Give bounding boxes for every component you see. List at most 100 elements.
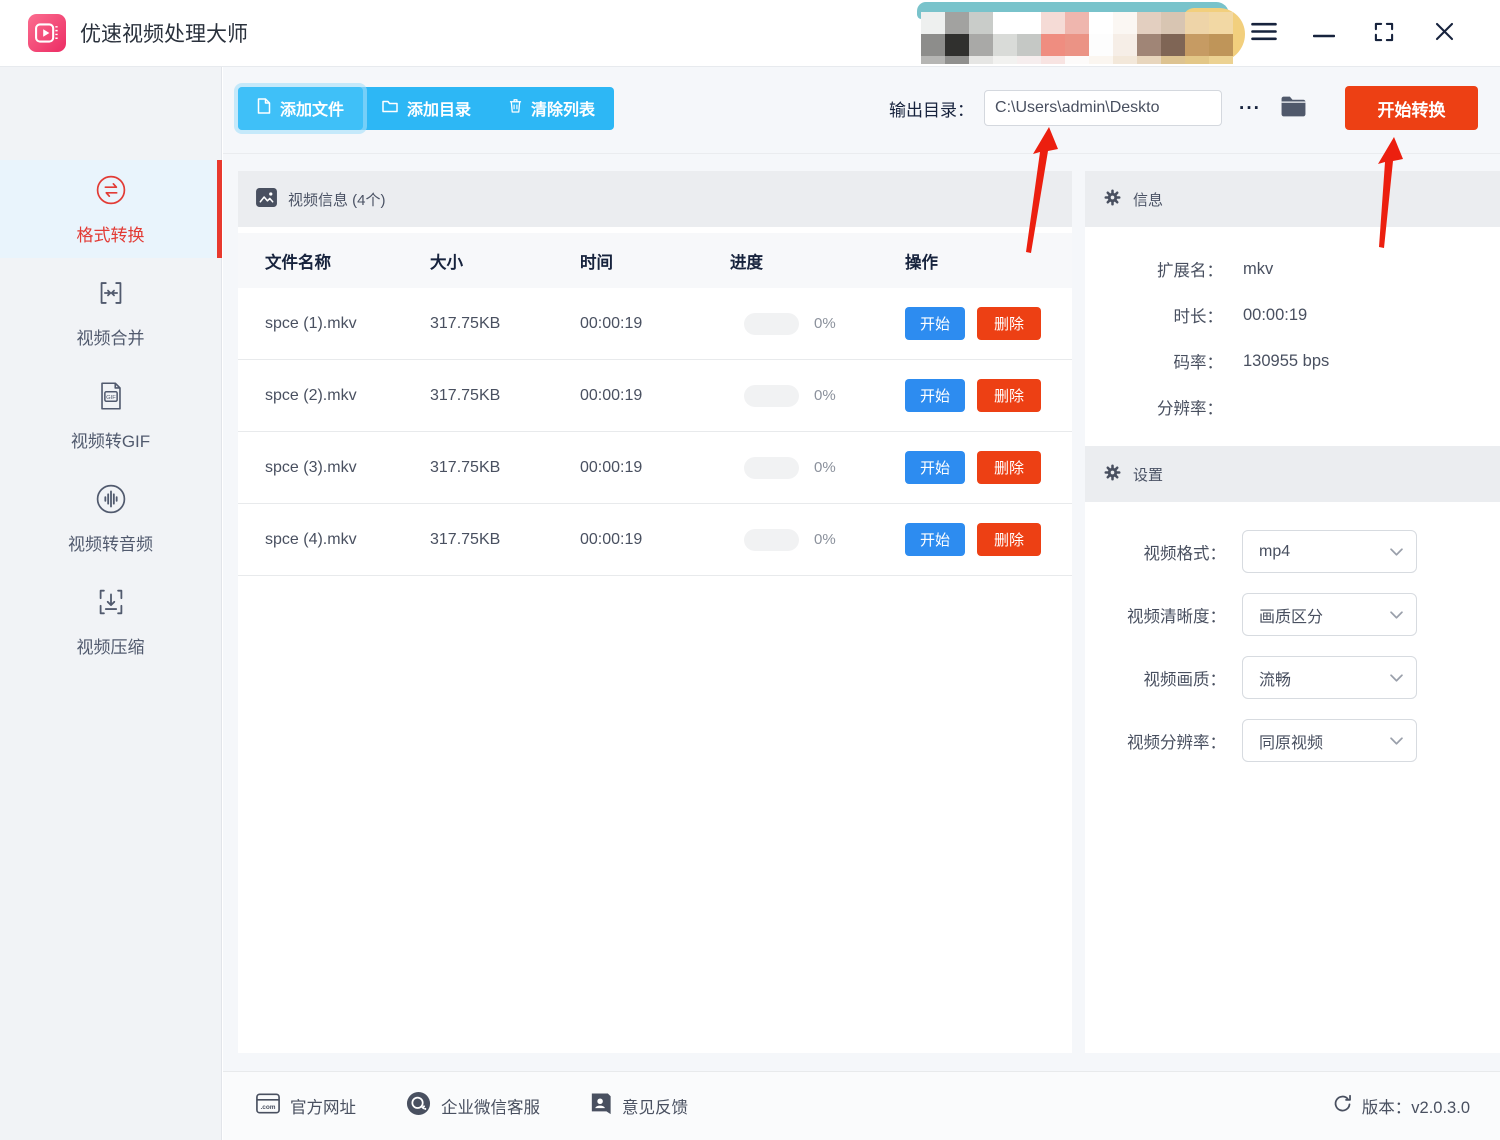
add-directory-button[interactable]: 添加目录 [363, 87, 490, 130]
info-panel-title: 信息 [1133, 189, 1163, 210]
info-fields: 扩展名：mkv 时长：00:00:19 码率：130955 bps 分辨率： [1085, 227, 1500, 446]
app-title: 优速视频处理大师 [80, 18, 248, 48]
chevron-down-icon [1390, 732, 1403, 750]
sidebar-item-video-to-audio[interactable]: 视频转音频 [0, 469, 221, 567]
video-list-panel-header: 视频信息 (4个) [238, 171, 1072, 227]
add-directory-label: 添加目录 [407, 96, 471, 120]
refresh-icon[interactable] [1332, 1093, 1353, 1119]
output-directory-input[interactable] [984, 90, 1222, 126]
info-value: 130955 bps [1243, 352, 1329, 371]
select-value: mp4 [1259, 543, 1290, 561]
redacted-region [905, 0, 1237, 64]
maximize-button[interactable] [1354, 11, 1414, 55]
wechat-support-label: 企业微信客服 [441, 1094, 540, 1118]
info-value: mkv [1243, 260, 1273, 279]
info-panel-header: 信息 [1085, 171, 1500, 227]
file-duration: 00:00:19 [580, 531, 730, 549]
settings-fields: 视频格式： mp4 视频清晰度： 画质区分 视频画质： 流畅 [1085, 502, 1500, 762]
sidebar-item-video-to-gif[interactable]: GIF 视频转GIF [0, 366, 221, 464]
setting-label: 视频分辨率： [1085, 729, 1226, 753]
row-delete-button[interactable]: 删除 [977, 451, 1041, 484]
row-start-button[interactable]: 开始 [905, 523, 965, 556]
sidebar-item-label: 视频转GIF [71, 427, 150, 452]
table-header-row: 文件名称 大小 时间 进度 操作 [238, 233, 1072, 288]
chevron-down-icon [1390, 543, 1403, 561]
open-folder-button[interactable] [1280, 95, 1307, 121]
row-delete-button[interactable]: 删除 [977, 379, 1041, 412]
wechat-support-link[interactable]: 企业微信客服 [406, 1091, 540, 1121]
toolbar-divider [223, 153, 1500, 154]
progress-bar [744, 385, 799, 407]
progress-percent: 0% [814, 315, 836, 332]
output-directory-group: 输出目录： ··· 开始转换 [889, 86, 1478, 130]
select-value: 同原视频 [1259, 729, 1323, 753]
column-header-actions: 操作 [905, 249, 1072, 273]
settings-panel-title: 设置 [1133, 464, 1163, 485]
feedback-link[interactable]: 意见反馈 [590, 1092, 688, 1121]
table-row: spce (3).mkv 317.75KB 00:00:19 0% 开始 删除 [238, 432, 1072, 504]
redaction-mosaic [921, 12, 1233, 64]
info-value: 00:00:19 [1243, 306, 1307, 325]
progress-percent: 0% [814, 531, 836, 548]
table-row: spce (2).mkv 317.75KB 00:00:19 0% 开始 删除 [238, 360, 1072, 432]
add-file-button[interactable]: 添加文件 [238, 87, 363, 130]
feedback-label: 意见反馈 [622, 1094, 688, 1118]
row-delete-button[interactable]: 删除 [977, 523, 1041, 556]
folder-outline-icon [382, 99, 398, 118]
sidebar-item-label: 格式转换 [77, 221, 145, 246]
video-to-gif-icon: GIF [94, 379, 128, 418]
video-to-audio-icon [94, 482, 128, 521]
video-quality-select[interactable]: 流畅 [1242, 656, 1417, 699]
row-start-button[interactable]: 开始 [905, 379, 965, 412]
sidebar: 格式转换 视频合并 GIF 视频转GIF 视频转音频 [0, 67, 222, 1140]
select-value: 画质区分 [1259, 603, 1323, 627]
gear-icon [1103, 463, 1122, 486]
info-label: 扩展名： [1085, 257, 1223, 281]
progress-bar [744, 313, 799, 335]
progress-bar [744, 457, 799, 479]
file-duration: 00:00:19 [580, 387, 730, 405]
gear-icon [1103, 188, 1122, 211]
titlebar: 优速视频处理大师 [0, 0, 1500, 67]
sidebar-item-video-merge[interactable]: 视频合并 [0, 263, 221, 361]
video-compress-icon [94, 585, 128, 624]
start-convert-button[interactable]: 开始转换 [1345, 86, 1478, 130]
info-settings-panel: 信息 扩展名：mkv 时长：00:00:19 码率：130955 bps 分辨率… [1085, 171, 1500, 1053]
file-duration: 00:00:19 [580, 315, 730, 333]
file-action-button-group: 添加文件 添加目录 清除列表 [238, 87, 614, 130]
video-resolution-select[interactable]: 同原视频 [1242, 719, 1417, 762]
select-value: 流畅 [1259, 666, 1291, 690]
window-controls [1234, 11, 1474, 55]
browse-more-button[interactable]: ··· [1233, 98, 1267, 119]
file-size: 317.75KB [430, 315, 580, 333]
official-website-label: 官方网址 [290, 1094, 356, 1118]
video-format-select[interactable]: mp4 [1242, 530, 1417, 573]
app-logo-icon [28, 14, 66, 52]
file-size: 317.75KB [430, 387, 580, 405]
sidebar-item-label: 视频转音频 [68, 530, 153, 555]
sidebar-item-format-convert[interactable]: 格式转换 [0, 160, 221, 258]
row-delete-button[interactable]: 删除 [977, 307, 1041, 340]
file-size: 317.75KB [430, 459, 580, 477]
settings-panel-header: 设置 [1085, 446, 1500, 502]
version-info: 版本：v2.0.3.0 [1332, 1093, 1470, 1119]
minimize-button[interactable] [1294, 11, 1354, 55]
clear-list-button[interactable]: 清除列表 [490, 87, 614, 130]
official-website-link[interactable]: .com 官方网址 [256, 1093, 356, 1119]
version-label: 版本：v2.0.3.0 [1362, 1094, 1470, 1118]
row-start-button[interactable]: 开始 [905, 451, 965, 484]
video-clarity-select[interactable]: 画质区分 [1242, 593, 1417, 636]
clear-list-label: 清除列表 [531, 96, 595, 120]
close-button[interactable] [1414, 11, 1474, 55]
feedback-icon [590, 1092, 612, 1121]
setting-label: 视频清晰度： [1085, 603, 1226, 627]
file-name: spce (4).mkv [265, 524, 357, 555]
svg-text:GIF: GIF [106, 395, 116, 401]
maximize-icon [1374, 22, 1394, 45]
video-list-title: 视频信息 (4个) [288, 189, 386, 210]
table-row: spce (1).mkv 317.75KB 00:00:19 0% 开始 删除 [238, 288, 1072, 360]
column-header-progress: 进度 [730, 249, 905, 273]
row-start-button[interactable]: 开始 [905, 307, 965, 340]
chevron-down-icon [1390, 606, 1403, 624]
sidebar-item-video-compress[interactable]: 视频压缩 [0, 572, 221, 670]
